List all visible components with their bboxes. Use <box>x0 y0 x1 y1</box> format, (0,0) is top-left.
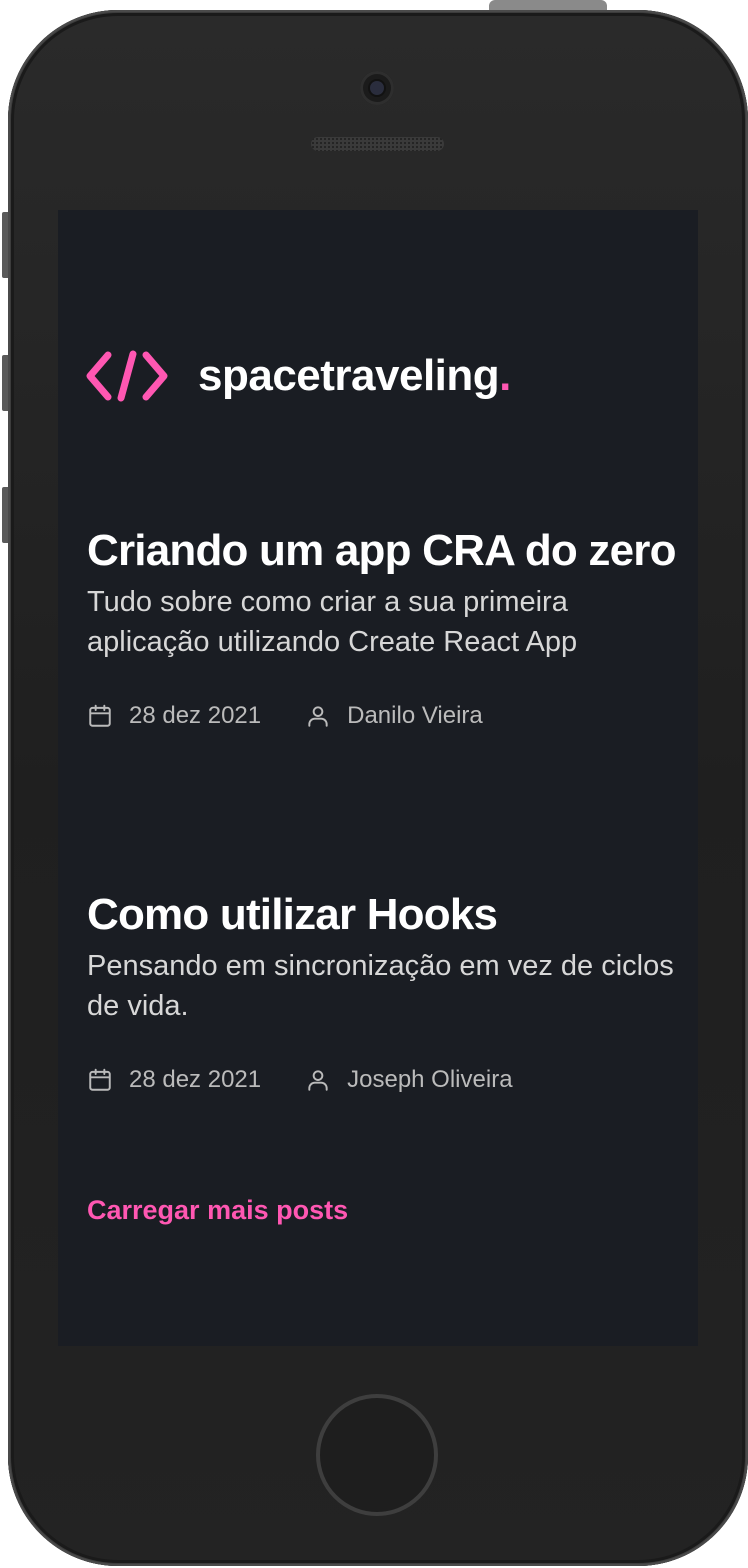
post-author-text: Joseph Oliveira <box>347 1066 513 1093</box>
header: spacetraveling. <box>86 350 511 402</box>
post-meta: 28 dez 2021 Danilo Vieira <box>87 702 677 730</box>
user-icon <box>308 706 328 727</box>
post-title[interactable]: Como utilizar Hooks <box>87 886 677 944</box>
app-screen: spacetraveling. Criando um app CRA do ze… <box>58 210 698 1346</box>
brand-dot: . <box>499 351 511 400</box>
post-meta: 28 dez 2021 Joseph Oliveira <box>87 1066 677 1094</box>
brand-name: spacetraveling <box>198 351 500 400</box>
calendar-icon <box>89 704 111 727</box>
post-author: Danilo Vieira <box>305 702 483 730</box>
front-camera <box>360 71 394 105</box>
post-item[interactable]: Criando um app CRA do zero Tudo sobre co… <box>87 522 677 730</box>
user-icon <box>308 1070 328 1091</box>
post-item[interactable]: Como utilizar Hooks Pensando em sincroni… <box>87 886 677 1094</box>
post-subtitle: Tudo sobre como criar a sua primeira apl… <box>87 586 578 658</box>
calendar-icon <box>89 1068 111 1091</box>
post-subtitle: Pensando em sincronização em vez de cicl… <box>87 950 674 1022</box>
post-date: 28 dez 2021 <box>87 1066 261 1094</box>
load-more-posts-link[interactable]: Carregar mais posts <box>87 1195 348 1226</box>
brand-logo[interactable]: spacetraveling. <box>198 351 511 401</box>
post-author-text: Danilo Vieira <box>347 702 483 729</box>
post-title[interactable]: Criando um app CRA do zero <box>87 522 677 580</box>
post-date: 28 dez 2021 <box>87 702 261 730</box>
code-brackets-logo-icon <box>86 350 168 402</box>
post-author: Joseph Oliveira <box>305 1066 513 1094</box>
post-date-text: 28 dez 2021 <box>129 1066 262 1093</box>
home-button[interactable] <box>316 1394 438 1516</box>
earpiece-speaker <box>311 137 444 151</box>
post-date-text: 28 dez 2021 <box>129 702 262 729</box>
